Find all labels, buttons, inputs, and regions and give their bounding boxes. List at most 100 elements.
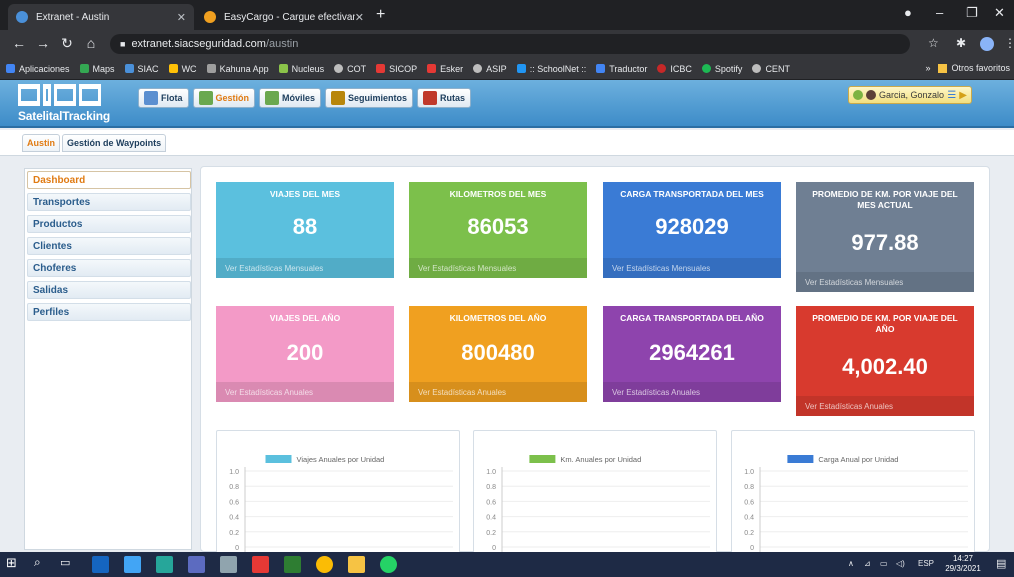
browser-tab-label: EasyCargo - Cargue efectivamen xyxy=(224,11,355,23)
user-box[interactable]: Garcia, Gonzalo ☰ ▶ xyxy=(848,86,972,104)
bookmark-label: :: SchoolNet :: xyxy=(529,63,587,74)
sidebar-item-perfiles[interactable]: Perfiles xyxy=(27,303,191,321)
sidebar-item-dashboard[interactable]: Dashboard xyxy=(27,171,191,189)
network-icon[interactable]: ⊿ xyxy=(864,559,871,568)
bookmarks-more-icon[interactable]: » xyxy=(925,63,930,73)
menu-seguimientos[interactable]: Seguimientos xyxy=(325,88,414,108)
windows-start-icon[interactable]: ⊞ xyxy=(6,555,23,572)
bookmark-siac[interactable]: SIAC xyxy=(124,64,159,74)
app-icon-3[interactable] xyxy=(156,556,173,573)
maps-pin-icon xyxy=(79,64,89,73)
y-tick-label: 0 xyxy=(235,545,239,552)
sidebar-item-clientes[interactable]: Clientes xyxy=(27,237,191,255)
back-icon[interactable]: ← xyxy=(10,35,28,51)
clock[interactable]: 14:27 29/3/2021 xyxy=(940,554,986,574)
forward-icon[interactable]: → xyxy=(34,35,52,51)
tray-chevron-icon[interactable]: ∧ xyxy=(848,559,854,568)
card-viajes-ano: VIAJES DEL AÑO 200 Ver Estadísticas Anua… xyxy=(216,306,394,402)
card-stats-link[interactable]: Ver Estadísticas Mensuales xyxy=(603,258,781,278)
minimize-icon[interactable]: – xyxy=(936,5,943,20)
bookmark-nucleus[interactable]: Nucleus xyxy=(278,64,324,74)
menu-gestion[interactable]: Gestión xyxy=(192,88,256,108)
logout-icon[interactable]: ▶ xyxy=(959,90,967,101)
bookmark-icbc[interactable]: ICBC xyxy=(657,64,692,74)
card-stats-link[interactable]: Ver Estadísticas Anuales xyxy=(796,396,974,416)
close-tab-icon[interactable]: ✕ xyxy=(177,11,186,24)
app-icon-1[interactable] xyxy=(92,556,109,573)
siac-logo[interactable]: SatelitalTracking xyxy=(18,84,128,124)
bookmark-cot[interactable]: COT xyxy=(334,64,366,74)
card-stats-link[interactable]: Ver Estadísticas Anuales xyxy=(409,382,587,402)
menu-flota[interactable]: Flota xyxy=(138,88,189,108)
bookmark-apps[interactable]: Aplicaciones xyxy=(6,64,70,74)
menu-moviles[interactable]: Móviles xyxy=(259,88,322,108)
card-viajes-mes: VIAJES DEL MES 88 Ver Estadísticas Mensu… xyxy=(216,182,394,278)
bookmark-esker[interactable]: Esker xyxy=(427,64,463,74)
card-stats-link[interactable]: Ver Estadísticas Mensuales xyxy=(216,258,394,278)
task-view-icon[interactable]: ▭ xyxy=(60,556,77,573)
sicop-icon xyxy=(376,64,386,73)
legend-swatch[interactable] xyxy=(265,455,292,463)
user-name: Garcia, Gonzalo xyxy=(879,90,945,100)
card-stats-link[interactable]: Ver Estadísticas Anuales xyxy=(603,382,781,402)
legend-label: Carga Anual por Unidad xyxy=(818,455,898,464)
card-value: 800480 xyxy=(461,340,535,365)
card-title: VIAJES DEL MES xyxy=(269,189,341,199)
language-indicator[interactable]: ESP xyxy=(918,559,934,568)
chart-svg: Km. Anuales por Unidad 1.0 0.8 0.6 0.4 0.2 0 xyxy=(486,455,710,553)
bookmark-traductor[interactable]: Traductor xyxy=(596,64,647,74)
home-icon[interactable]: ⌂ xyxy=(82,35,100,51)
bookmark-label: SICOP xyxy=(389,63,418,74)
card-stats-link[interactable]: Ver Estadísticas Mensuales xyxy=(796,272,974,292)
file-explorer-icon[interactable] xyxy=(348,556,365,573)
bookmark-schoolnet[interactable]: :: SchoolNet :: xyxy=(516,63,587,74)
sidebar-item-transportes[interactable]: Transportes xyxy=(27,193,191,211)
new-tab-icon[interactable]: + xyxy=(376,6,385,24)
legend-swatch[interactable] xyxy=(529,455,556,463)
bookmark-cent[interactable]: CENT xyxy=(752,64,790,74)
close-tab-icon[interactable]: ✕ xyxy=(355,11,364,24)
sidebar-item-choferes[interactable]: Choferes xyxy=(27,259,191,277)
other-bookmarks[interactable]: » Otros favoritos xyxy=(925,63,1010,73)
bookmark-label: ICBC xyxy=(670,63,692,74)
tab-austin[interactable]: Austin xyxy=(22,134,60,152)
browser-tab-extranet[interactable]: Extranet - Austin ✕ xyxy=(8,4,194,30)
more-menu-icon[interactable]: ⋮ xyxy=(1004,36,1014,50)
menu-lines-icon[interactable]: ☰ xyxy=(947,90,956,101)
extensions-icon[interactable]: ✱ xyxy=(956,36,966,50)
maximize-icon[interactable]: ❐ xyxy=(966,5,978,21)
nucleus-icon xyxy=(278,64,288,73)
address-bar[interactable]: ■ extranet.siacseguridad.com/austin xyxy=(110,34,910,54)
bookmark-wc[interactable]: WC xyxy=(168,64,197,74)
battery-icon[interactable]: ▭ xyxy=(880,559,888,568)
card-stats-link[interactable]: Ver Estadísticas Mensuales xyxy=(409,258,587,278)
star-icon[interactable]: ☆ xyxy=(928,36,939,50)
card-stats-link[interactable]: Ver Estadísticas Anuales xyxy=(216,382,394,402)
app-icon-2[interactable] xyxy=(124,556,141,573)
volume-icon[interactable]: ◁) xyxy=(896,559,905,568)
profile-icon[interactable]: ● xyxy=(904,5,912,20)
bookmark-label: CENT xyxy=(765,63,790,74)
bookmark-kahuna[interactable]: Kahuna App xyxy=(206,64,269,74)
chrome-icon[interactable] xyxy=(316,556,333,573)
app-icon-4[interactable] xyxy=(188,556,205,573)
close-window-icon[interactable]: ✕ xyxy=(994,5,1005,21)
legend-swatch[interactable] xyxy=(787,455,814,463)
excel-icon[interactable] xyxy=(284,556,301,573)
reload-icon[interactable]: ↻ xyxy=(58,35,76,52)
whatsapp-icon[interactable] xyxy=(380,556,397,573)
browser-tab-easycargo[interactable]: EasyCargo - Cargue efectivamen ✕ xyxy=(196,4,372,30)
bookmark-sicop[interactable]: SICOP xyxy=(376,64,417,74)
app-icon-5[interactable] xyxy=(220,556,237,573)
sidebar-item-salidas[interactable]: Salidas xyxy=(27,281,191,299)
bookmark-spotify[interactable]: Spotify xyxy=(701,64,742,74)
bookmark-maps[interactable]: Maps xyxy=(79,64,115,74)
search-icon[interactable]: ⌕ xyxy=(34,555,51,572)
sidebar-item-productos[interactable]: Productos xyxy=(27,215,191,233)
bookmark-asip[interactable]: ASIP xyxy=(473,64,507,74)
notifications-icon[interactable]: ▤ xyxy=(996,557,1006,570)
account-avatar[interactable] xyxy=(980,37,994,51)
menu-rutas[interactable]: Rutas xyxy=(417,88,472,108)
tab-gestion-waypoints[interactable]: Gestión de Waypoints xyxy=(62,134,167,152)
app-icon-6[interactable] xyxy=(252,556,269,573)
